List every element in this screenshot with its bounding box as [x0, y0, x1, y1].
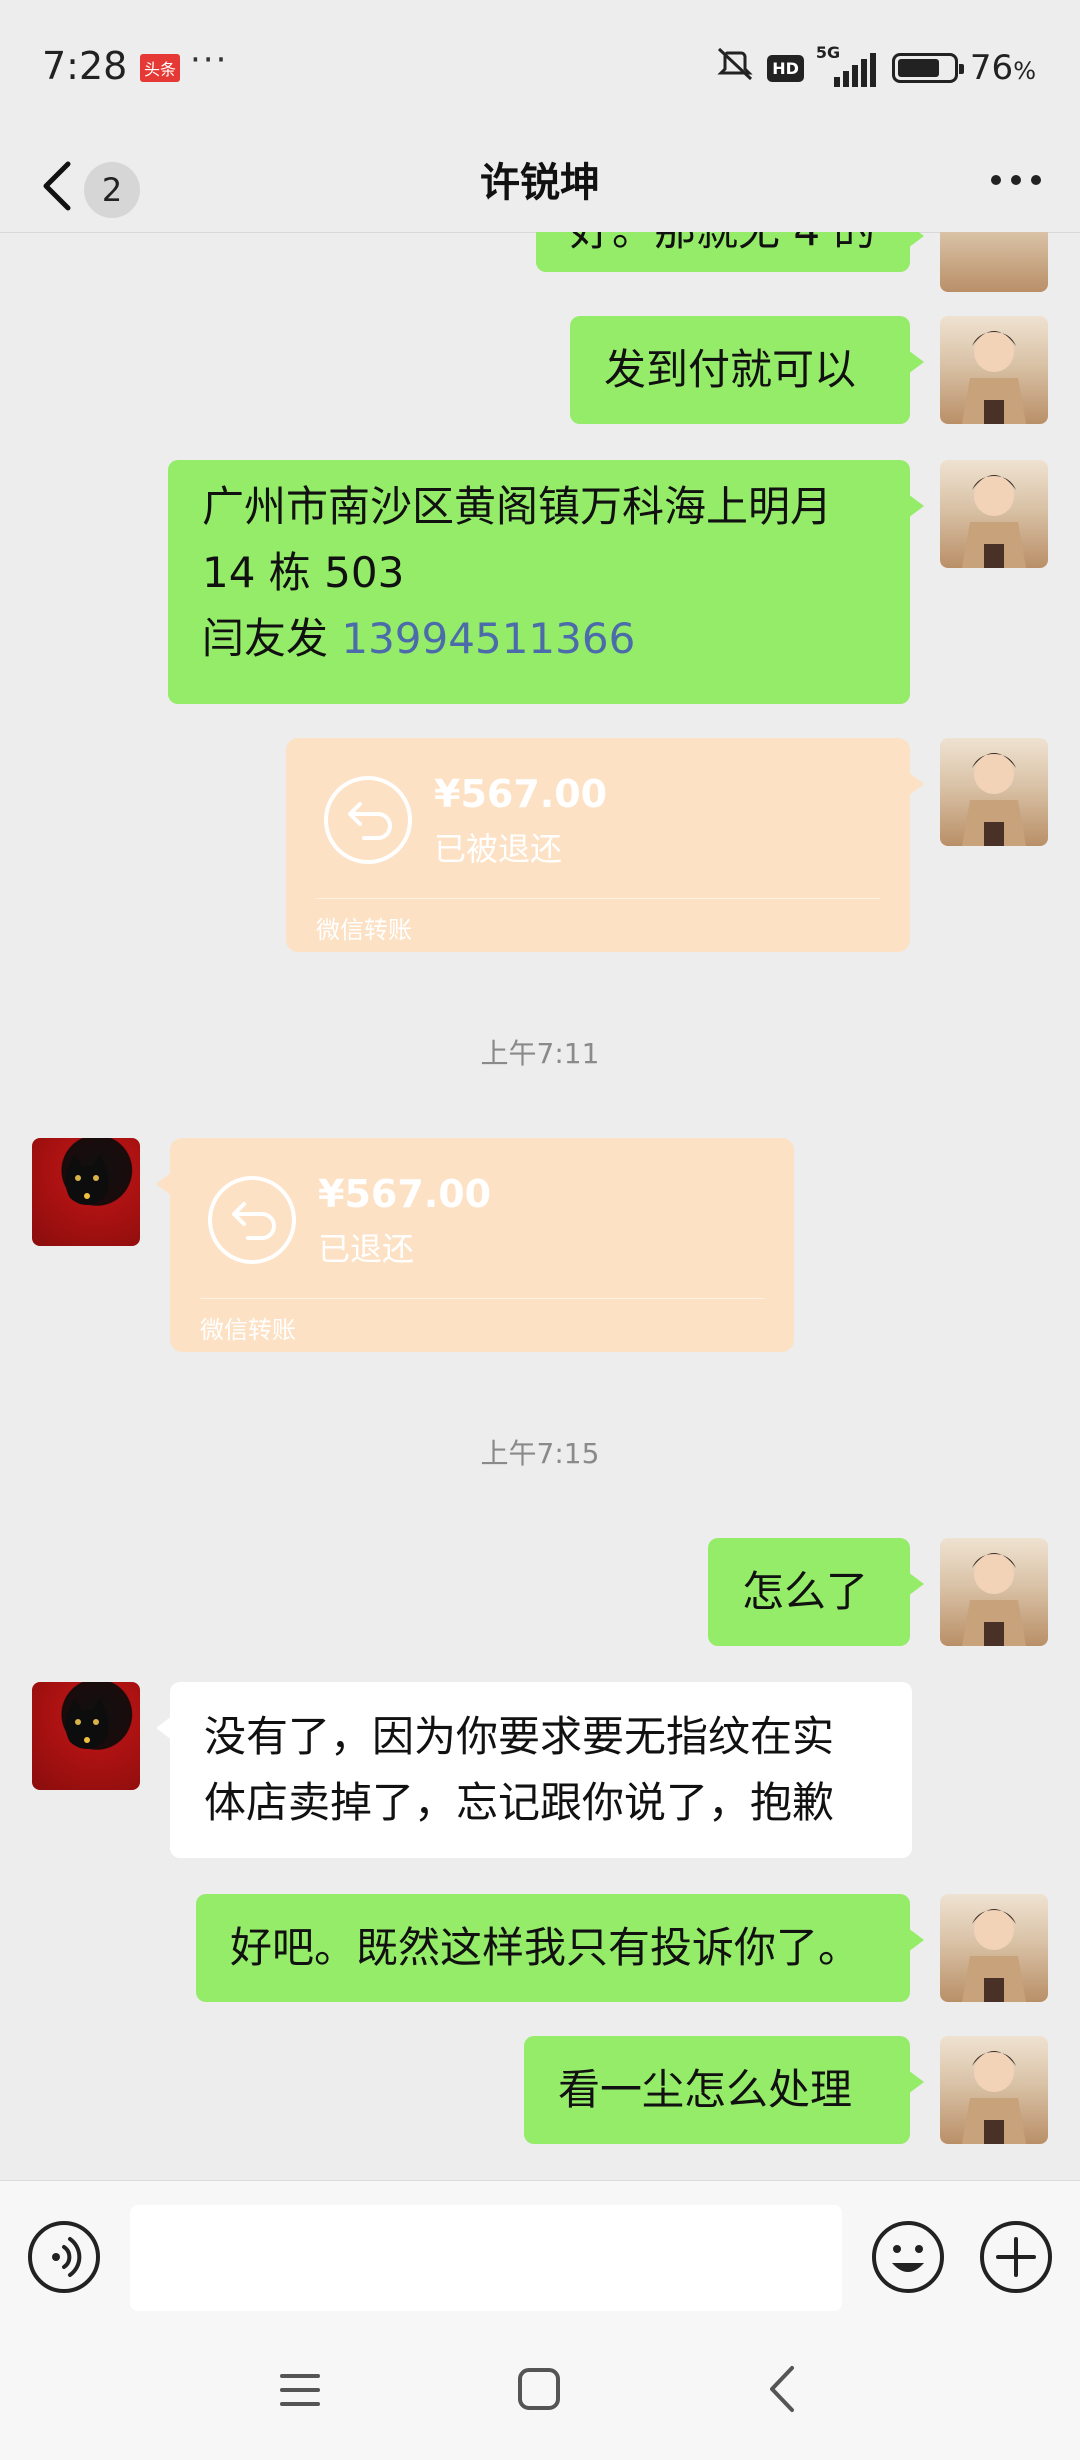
boy-avatar-image: [962, 2051, 1026, 2144]
transfer-status: 已被退还: [434, 830, 563, 868]
boy-avatar-image: [962, 753, 1026, 846]
battery-icon: [891, 53, 964, 83]
plus-circle-icon: [980, 2221, 1052, 2293]
more-horizontal-icon: [991, 175, 1041, 185]
black-cat-avatar-image: [65, 1698, 109, 1749]
voice-input-button[interactable]: [28, 2221, 100, 2293]
message-bubble-sent[interactable]: 发到付就可以: [570, 316, 924, 424]
refund-return-icon: [324, 776, 412, 864]
boy-avatar-image: [962, 475, 1026, 568]
wechat-transfer-card[interactable]: ¥567.00 已被退还 微信转账: [286, 738, 924, 952]
timestamp-separator: 上午7:15: [480, 1437, 600, 1470]
status-indicators: HD 5G 76%: [715, 43, 1036, 92]
my-avatar[interactable]: [940, 1538, 1048, 1646]
status-time: 7:28: [42, 44, 128, 88]
message-bubble-sent[interactable]: 看一尘怎么处理: [524, 2036, 924, 2144]
phone-number-link[interactable]: 13994511366: [341, 614, 635, 663]
chat-header: 2 许锐坤: [0, 140, 1080, 233]
system-navigation-bar: [0, 2332, 1080, 2460]
boy-avatar-image: [962, 331, 1026, 424]
my-avatar[interactable]: [940, 316, 1048, 424]
notification-more-dots: ···: [190, 40, 229, 80]
emoji-icon: [872, 2221, 944, 2293]
recent-apps-button[interactable]: [278, 2368, 322, 2412]
more-functions-button[interactable]: [978, 2219, 1054, 2295]
wechat-transfer-card[interactable]: ¥567.00 已退还 微信转账: [156, 1138, 794, 1352]
refund-return-icon: [208, 1176, 296, 1264]
message-bubble-sent[interactable]: 好吧。既然这样我只有投诉你了。: [196, 1894, 924, 2002]
message-bubble-sent-address[interactable]: 广州市南沙区黄阁镇万科海上明月 14 栋 503 闫友发 13994511366: [168, 460, 924, 704]
message-bubble-received[interactable]: 没有了，因为你要求要无指纹在实 体店卖掉了，忘记跟你说了，抱歉: [156, 1682, 912, 1858]
voice-icon: [52, 2237, 82, 2277]
system-back-button[interactable]: [760, 2362, 804, 2416]
message-bubble-sent[interactable]: 怎么了: [708, 1538, 924, 1646]
emoji-button[interactable]: [870, 2219, 946, 2295]
transfer-amount: ¥567.00: [434, 772, 608, 816]
news-app-badge: 头条: [140, 54, 181, 82]
my-avatar[interactable]: [940, 738, 1048, 846]
boy-avatar-image: [962, 1909, 1026, 2002]
transfer-footer-label: 微信转账: [200, 1316, 296, 1344]
divider: [316, 898, 880, 899]
more-options-button[interactable]: [990, 148, 1042, 219]
chat-title: 许锐坤: [480, 160, 600, 206]
timestamp-separator: 上午7:11: [480, 1037, 600, 1070]
my-avatar[interactable]: [940, 460, 1048, 568]
message-input-bar: [0, 2180, 1080, 2333]
message-bubble-sent[interactable]: 好。那就无 4 的: [536, 232, 924, 272]
my-avatar[interactable]: [940, 232, 1048, 292]
contact-avatar[interactable]: [32, 1138, 140, 1246]
hd-voice-icon: HD: [767, 54, 804, 82]
home-square-icon: [518, 2368, 560, 2410]
back-chevron-icon: [770, 2366, 794, 2412]
boy-avatar-image: [962, 1553, 1026, 1646]
contact-avatar[interactable]: [32, 1682, 140, 1790]
my-avatar[interactable]: [940, 1894, 1048, 2002]
battery-percent: 76%: [969, 48, 1036, 88]
status-bar: 7:28 头条 ··· HD 5G 76%: [0, 0, 1080, 140]
transfer-status: 已退还: [318, 1230, 415, 1268]
transfer-amount: ¥567.00: [318, 1172, 492, 1216]
divider: [200, 1298, 764, 1299]
menu-icon: [280, 2374, 320, 2406]
mute-vibrate-icon: [715, 47, 755, 89]
message-list[interactable]: 好。那就无 4 的 发到付就可以 广州市南沙区黄阁镇万科海上明月 14 栋 50…: [0, 232, 1080, 2180]
transfer-footer-label: 微信转账: [316, 916, 412, 944]
home-button[interactable]: [516, 2366, 562, 2412]
signal-5g-icon: 5G: [816, 43, 880, 87]
message-text-field[interactable]: [130, 2205, 842, 2311]
black-cat-avatar-image: [65, 1154, 109, 1205]
my-avatar[interactable]: [940, 2036, 1048, 2144]
